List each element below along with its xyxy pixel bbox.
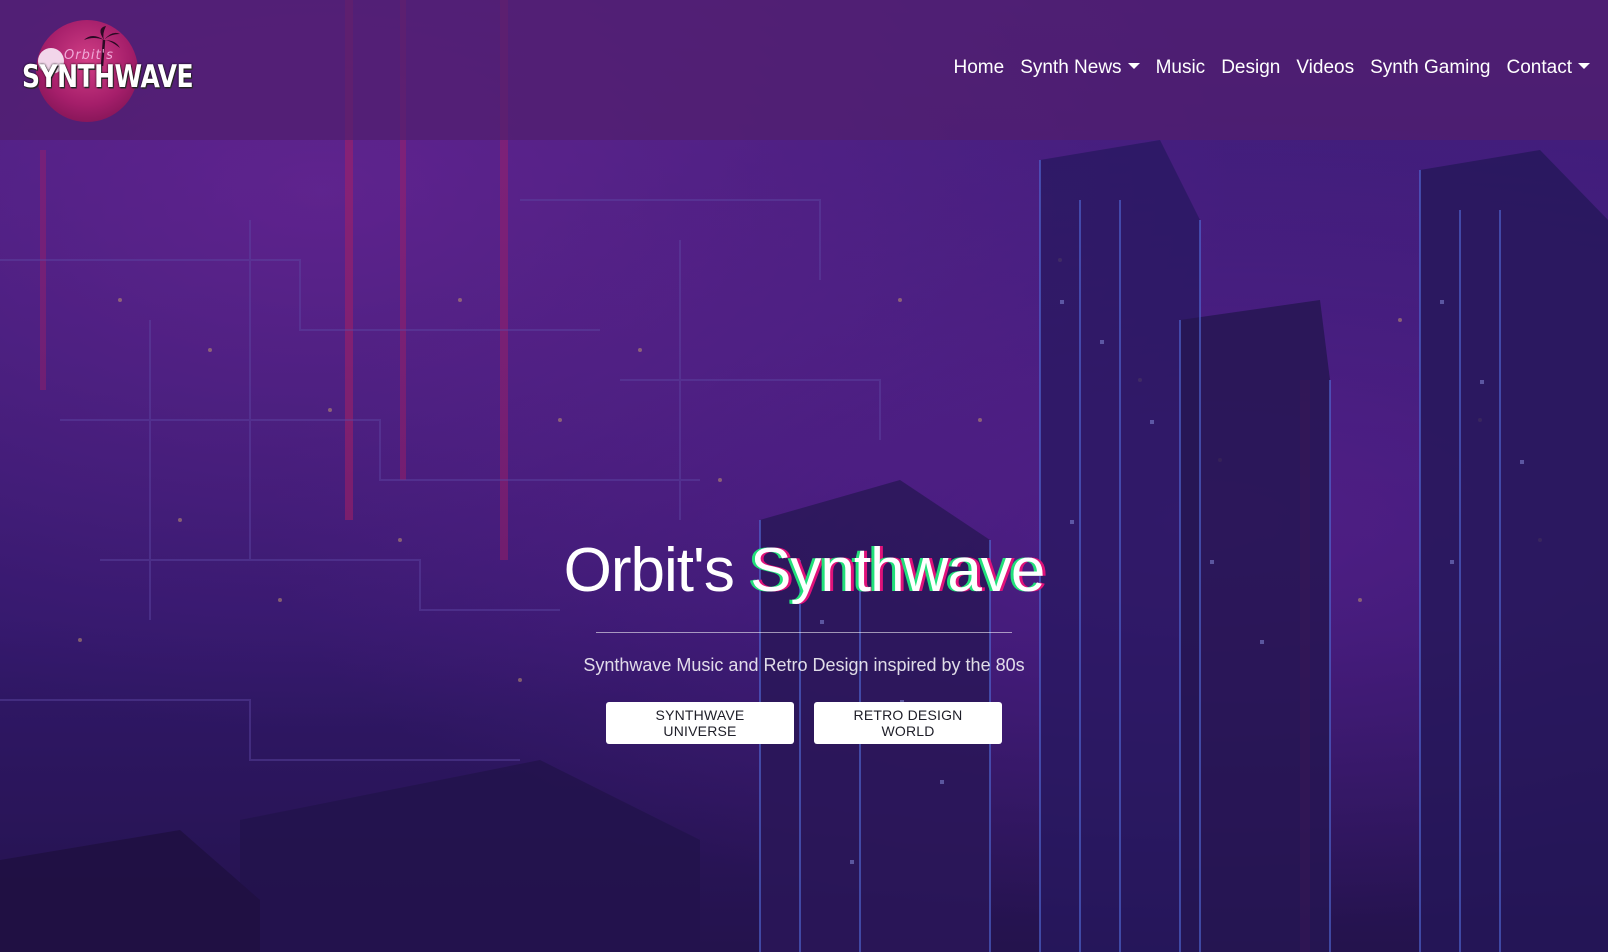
page: Orbit's SYNTHWAVE Home Synth News Music … bbox=[0, 0, 1608, 952]
hero-title-accent: Synthwave bbox=[750, 536, 1045, 605]
hero-title-prefix: Orbit's bbox=[563, 536, 735, 605]
navbar: Orbit's SYNTHWAVE Home Synth News Music … bbox=[0, 0, 1608, 140]
synthwave-universe-button[interactable]: SYNTHWAVE UNIVERSE bbox=[606, 702, 794, 744]
nav-item-music[interactable]: Music bbox=[1148, 57, 1214, 79]
brand-logo[interactable]: Orbit's SYNTHWAVE bbox=[22, 20, 194, 122]
nav-item-label: Design bbox=[1221, 57, 1281, 78]
nav-item-label: Contact bbox=[1506, 57, 1572, 78]
nav-item-label: Home bbox=[953, 57, 1005, 78]
nav-item-home[interactable]: Home bbox=[946, 57, 1013, 79]
nav-item-videos[interactable]: Videos bbox=[1288, 57, 1362, 79]
hero-section: Orbit's Synthwave Synthwave Music and Re… bbox=[0, 530, 1608, 744]
nav-item-label: Music bbox=[1155, 57, 1206, 78]
nav-item-label: Synth Gaming bbox=[1370, 57, 1491, 78]
hero-divider bbox=[596, 632, 1012, 633]
nav-item-design[interactable]: Design bbox=[1213, 57, 1288, 79]
nav-item-label: Synth News bbox=[1020, 57, 1122, 78]
background-tint bbox=[0, 0, 1608, 952]
main-nav: Home Synth News Music Design Videos Synt… bbox=[946, 57, 1599, 79]
caret-down-icon bbox=[1127, 63, 1140, 69]
logo-main-text: SYNTHWAVE bbox=[22, 58, 194, 95]
caret-down-icon bbox=[1578, 63, 1590, 69]
retro-design-world-button[interactable]: RETRO DESIGN WORLD bbox=[814, 702, 1002, 744]
nav-item-synth-news[interactable]: Synth News bbox=[1012, 57, 1147, 79]
hero-title: Orbit's Synthwave bbox=[0, 530, 1608, 612]
hero-buttons: SYNTHWAVE UNIVERSE RETRO DESIGN WORLD bbox=[0, 702, 1608, 744]
nav-item-contact[interactable]: Contact bbox=[1499, 57, 1598, 79]
hero-subtitle: Synthwave Music and Retro Design inspire… bbox=[583, 655, 1025, 675]
nav-item-synth-gaming[interactable]: Synth Gaming bbox=[1362, 57, 1498, 79]
nav-item-label: Videos bbox=[1296, 57, 1355, 78]
